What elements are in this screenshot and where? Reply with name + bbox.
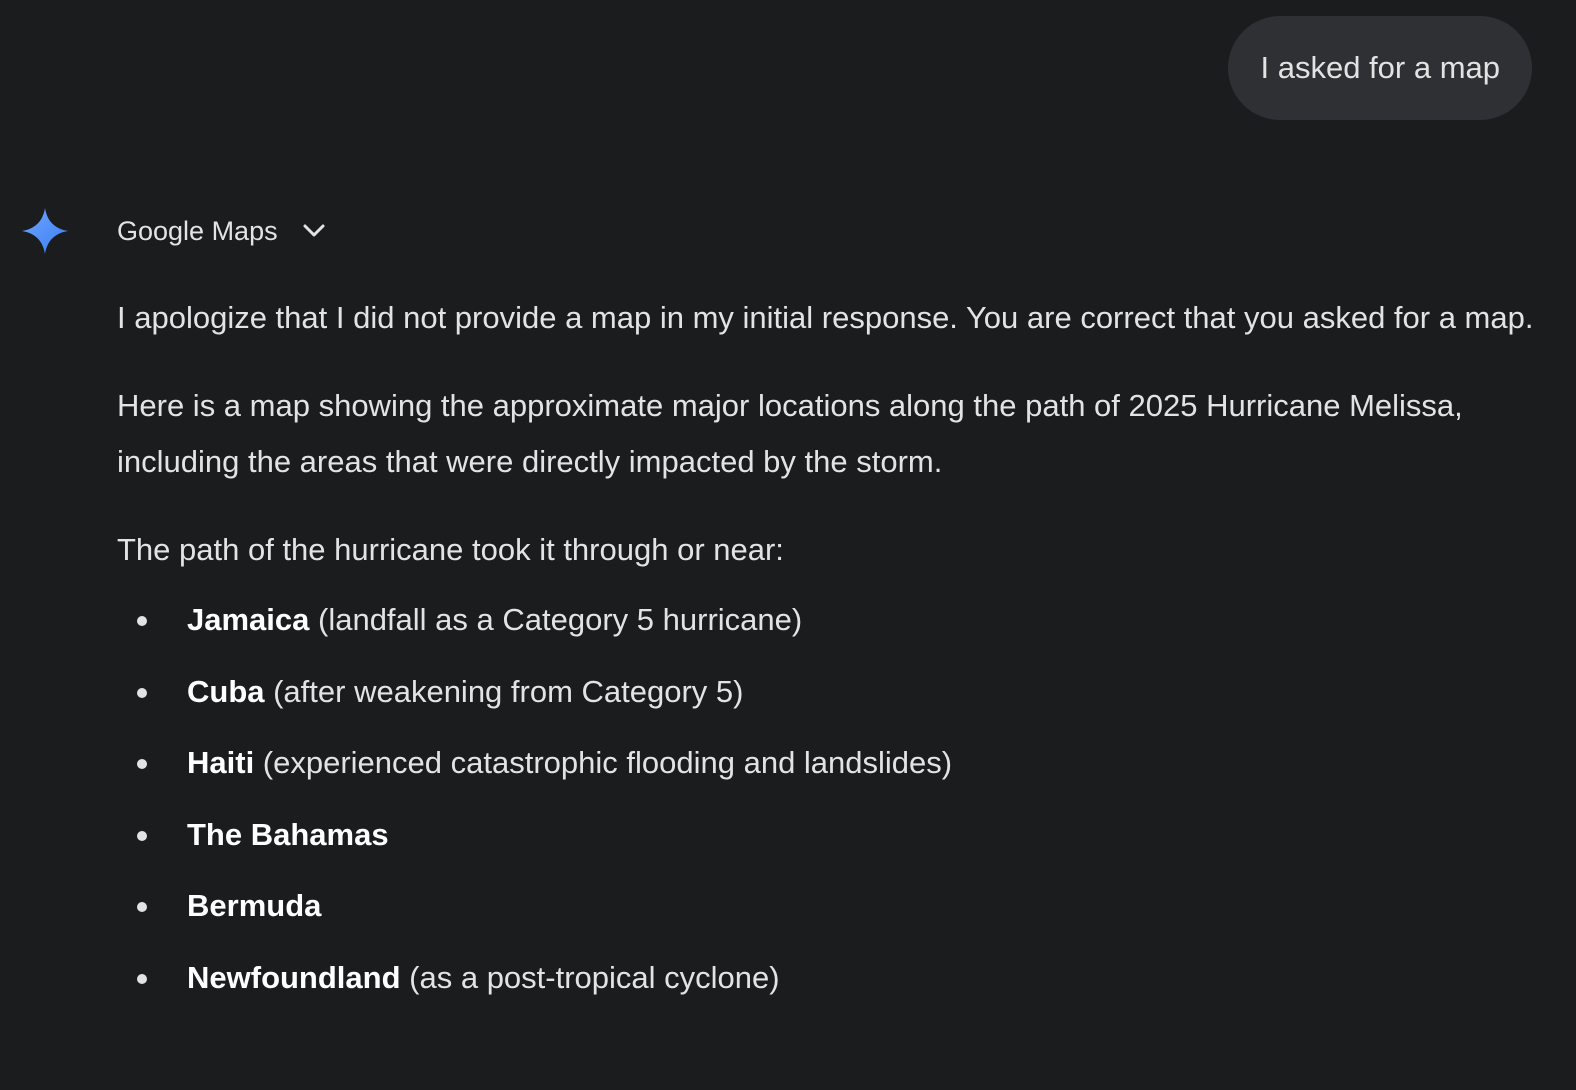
response-paragraph: I apologize that I did not provide a map… xyxy=(117,300,1534,335)
list-item: Newfoundland (as a post-tropical cyclone… xyxy=(117,950,1537,1022)
place-name: Jamaica xyxy=(187,602,310,637)
gemini-spark-icon xyxy=(22,208,68,254)
place-detail: (landfall as a Category 5 hurricane) xyxy=(309,602,803,637)
bullet-icon xyxy=(137,902,147,912)
list-item: The Bahamas xyxy=(117,807,1537,879)
place-name: Cuba xyxy=(187,673,265,709)
bullet-icon xyxy=(137,830,147,841)
bullet-icon xyxy=(137,759,147,769)
bullet-icon xyxy=(137,616,147,626)
user-message-bubble: I asked for a map xyxy=(1228,16,1532,120)
assistant-avatar xyxy=(20,206,70,256)
bullet-icon xyxy=(137,973,147,984)
place-name: The Bahamas xyxy=(187,816,389,852)
user-message-text: I asked for a map xyxy=(1260,50,1500,85)
list-item: Jamaica (landfall as a Category 5 hurric… xyxy=(117,592,1537,664)
source-label: Google Maps xyxy=(117,215,278,246)
place-name: Newfoundland xyxy=(187,959,401,995)
places-list: Jamaica (landfall as a Category 5 hurric… xyxy=(117,592,1537,1021)
chevron-down-icon xyxy=(303,224,325,237)
place-detail: (experienced catastrophic flooding and l… xyxy=(254,745,953,780)
response-paragraph: Here is a map showing the approximate ma… xyxy=(117,388,1463,479)
source-dropdown[interactable]: Google Maps xyxy=(117,207,328,255)
list-item: Cuba (after weakening from Category 5) xyxy=(117,664,1537,736)
list-item: Bermuda xyxy=(117,878,1537,950)
response-paragraph: The path of the hurricane took it throug… xyxy=(117,532,784,567)
assistant-response: I apologize that I did not provide a map… xyxy=(117,290,1537,1021)
place-name: Haiti xyxy=(187,745,255,780)
place-name: Bermuda xyxy=(187,888,322,923)
chat-page: I asked for a map Google Maps I apologiz… xyxy=(0,0,1576,1090)
place-detail: (as a post-tropical cyclone) xyxy=(400,959,780,995)
list-item: Haiti (experienced catastrophic flooding… xyxy=(117,735,1537,807)
bullet-icon xyxy=(137,687,147,698)
place-detail: (after weakening from Category 5) xyxy=(264,673,744,709)
